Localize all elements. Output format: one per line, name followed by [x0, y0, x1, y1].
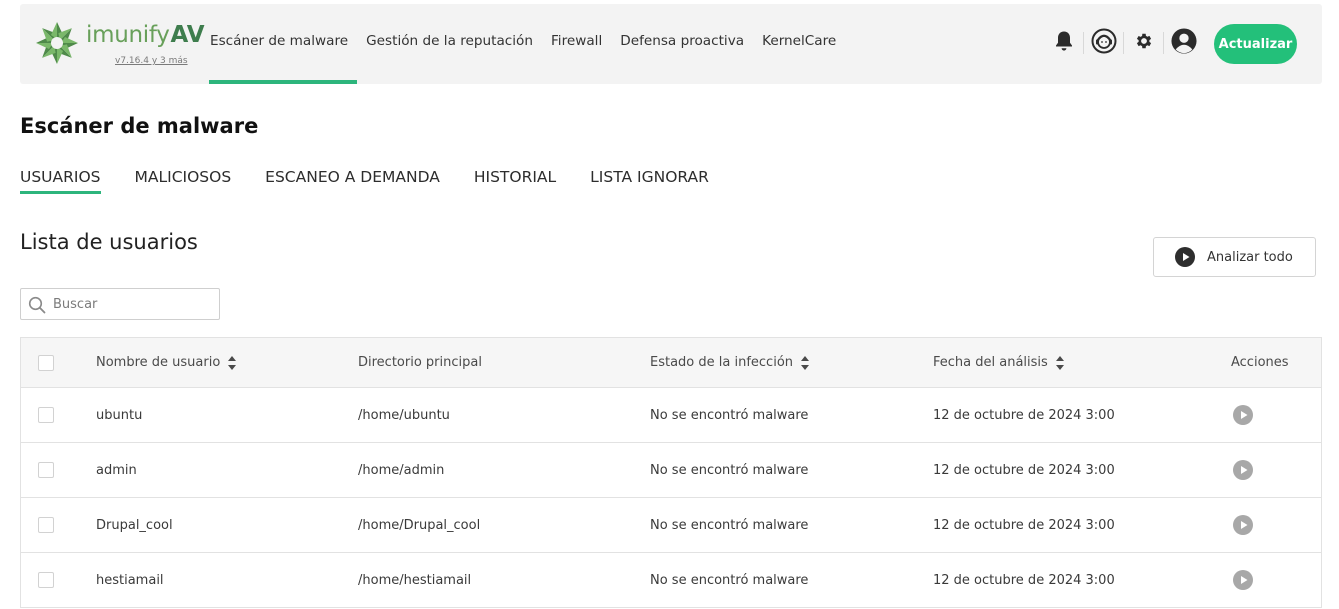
sort-icon[interactable]	[228, 355, 237, 370]
cell-home-dir: /home/admin	[358, 462, 445, 478]
support-agent-icon[interactable]	[1091, 28, 1117, 54]
bell-icon[interactable]	[1051, 28, 1077, 54]
scan-user-play-icon[interactable]	[1233, 570, 1253, 590]
nav-firewall[interactable]: Firewall	[542, 4, 611, 84]
header-infection-state[interactable]: Estado de la infección	[650, 338, 810, 387]
row-checkbox[interactable]	[38, 407, 54, 423]
nav-malware-scanner[interactable]: Escáner de malware	[209, 4, 358, 84]
upgrade-button[interactable]: Actualizar	[1214, 24, 1297, 64]
nav-kernelcare[interactable]: KernelCare	[753, 4, 845, 84]
scanner-tabs: USUARIOS MALICIOSOS ESCANEO A DEMANDA HI…	[20, 163, 743, 194]
header-divider	[1123, 32, 1124, 54]
cell-actions	[1233, 498, 1253, 552]
table-row: Drupal_cool /home/Drupal_cool No se enco…	[21, 498, 1321, 553]
cell-infection-state: No se encontró malware	[650, 462, 809, 478]
imunify-logo-icon[interactable]	[34, 20, 80, 66]
table-header-row: Nombre de usuario Directorio principal E…	[21, 338, 1321, 388]
tab-ignore-list[interactable]: LISTA IGNORAR	[590, 163, 709, 194]
cell-scan-date: 12 de octubre de 2024 3:00	[933, 462, 1115, 478]
scan-user-play-icon[interactable]	[1233, 405, 1253, 425]
table-row: admin /home/admin No se encontró malware…	[21, 443, 1321, 498]
row-select-cell	[38, 553, 54, 607]
gear-icon[interactable]	[1131, 28, 1157, 54]
top-navigation-bar: imunifyAV v7.16.4 y 3 más Escáner de mal…	[20, 4, 1322, 84]
scan-all-label: Analizar todo	[1207, 249, 1293, 265]
cell-username: ubuntu	[96, 407, 143, 423]
select-all-checkbox[interactable]	[38, 354, 54, 371]
table-row: ubuntu /home/ubuntu No se encontró malwa…	[21, 388, 1321, 443]
cell-infection-state: No se encontró malware	[650, 407, 809, 423]
row-checkbox[interactable]	[38, 462, 54, 478]
cell-username: hestiamail	[96, 572, 164, 588]
tab-malicious[interactable]: MALICIOSOS	[135, 163, 232, 194]
user-avatar-icon[interactable]	[1171, 28, 1197, 54]
cell-scan-date: 12 de octubre de 2024 3:00	[933, 517, 1115, 533]
cell-infection-state: No se encontró malware	[650, 572, 809, 588]
logo-name: imunify	[86, 22, 170, 48]
scan-all-button[interactable]: Analizar todo	[1153, 237, 1316, 277]
cell-actions	[1233, 553, 1253, 607]
search-box	[20, 288, 220, 320]
header-scan-date-label: Fecha del análisis	[933, 355, 1048, 370]
cell-home-dir: /home/ubuntu	[358, 407, 450, 423]
sort-icon[interactable]	[801, 355, 810, 370]
header-divider	[1083, 32, 1084, 54]
select-all-cell	[38, 338, 54, 387]
cell-home-dir: /home/Drupal_cool	[358, 517, 481, 533]
cell-scan-date: 12 de octubre de 2024 3:00	[933, 407, 1115, 423]
play-circle-icon	[1175, 247, 1195, 267]
page-title: Escáner de malware	[20, 114, 259, 138]
tab-on-demand-scan[interactable]: ESCANEO A DEMANDA	[265, 163, 440, 194]
cell-scan-date: 12 de octubre de 2024 3:00	[933, 572, 1115, 588]
row-select-cell	[38, 498, 54, 552]
header-username[interactable]: Nombre de usuario	[96, 338, 237, 387]
table-row: hestiamail /home/hestiamail No se encont…	[21, 553, 1321, 608]
version-link[interactable]: v7.16.4 y 3 más	[115, 56, 188, 66]
sort-icon[interactable]	[1055, 355, 1064, 370]
section-title: Lista de usuarios	[20, 230, 198, 254]
header-home-dir: Directorio principal	[358, 355, 482, 370]
search-icon	[28, 296, 46, 318]
main-nav: Escáner de malware Gestión de la reputac…	[209, 4, 845, 84]
users-table: Nombre de usuario Directorio principal E…	[20, 337, 1322, 608]
nav-proactive-defense[interactable]: Defensa proactiva	[611, 4, 753, 84]
cell-infection-state: No se encontró malware	[650, 517, 809, 533]
row-checkbox[interactable]	[38, 572, 54, 588]
logo-wordmark[interactable]: imunifyAV	[86, 22, 205, 54]
cell-actions	[1233, 388, 1253, 442]
scan-user-play-icon[interactable]	[1233, 460, 1253, 480]
search-input[interactable]	[53, 294, 213, 314]
cell-username: Drupal_cool	[96, 517, 173, 533]
cell-username: admin	[96, 462, 137, 478]
row-select-cell	[38, 443, 54, 497]
row-checkbox[interactable]	[38, 517, 54, 533]
header-actions: Acciones	[1231, 355, 1289, 370]
cell-home-dir: /home/hestiamail	[358, 572, 472, 588]
logo-av: AV	[170, 22, 205, 48]
header-infection-label: Estado de la infección	[650, 355, 794, 370]
row-select-cell	[38, 388, 54, 442]
nav-reputation-management[interactable]: Gestión de la reputación	[357, 4, 542, 84]
header-scan-date[interactable]: Fecha del análisis	[933, 338, 1064, 387]
header-username-label: Nombre de usuario	[96, 355, 221, 370]
tab-history[interactable]: HISTORIAL	[474, 163, 556, 194]
scan-user-play-icon[interactable]	[1233, 515, 1253, 535]
cell-actions	[1233, 443, 1253, 497]
tab-users[interactable]: USUARIOS	[20, 163, 101, 194]
header-divider	[1163, 32, 1164, 54]
